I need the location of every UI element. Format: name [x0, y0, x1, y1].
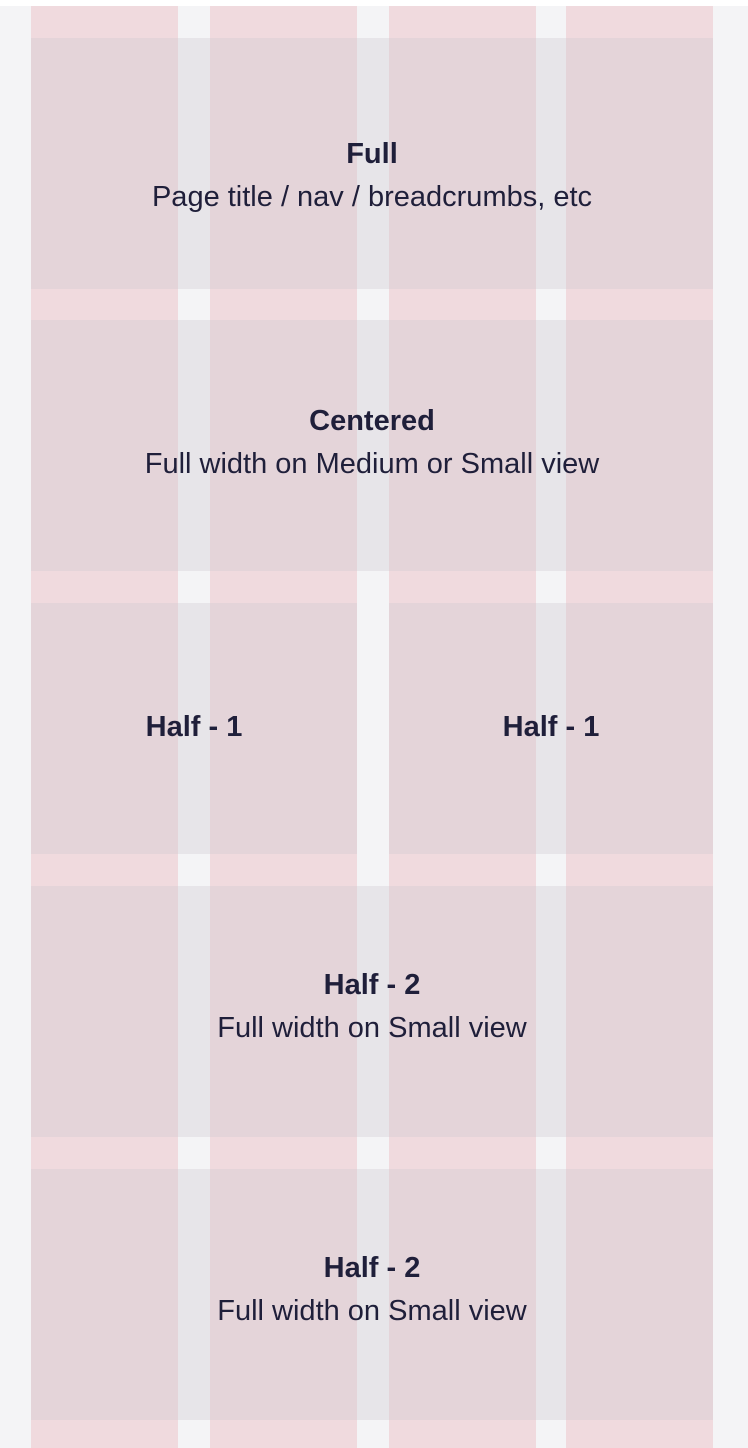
- half-1-right-block: Half - 1: [389, 603, 713, 854]
- half-1-right-title: Half - 1: [502, 711, 600, 743]
- half-2-first-subtitle: Full width on Small view: [217, 1012, 527, 1044]
- half-1-left-title: Half - 1: [145, 711, 243, 743]
- centered-block: Centered Full width on Medium or Small v…: [31, 320, 713, 571]
- half-2-first-content: Half - 2 Full width on Small view: [31, 965, 713, 1051]
- centered-block-title: Centered: [309, 405, 435, 437]
- centered-block-content: Centered Full width on Medium or Small v…: [31, 401, 713, 487]
- half-2-second-block: Half - 2 Full width on Small view: [31, 1169, 713, 1420]
- full-block-content: Full Page title / nav / breadcrumbs, etc: [31, 134, 713, 220]
- half-2-second-title: Half - 2: [323, 1252, 421, 1284]
- centered-block-subtitle: Full width on Medium or Small view: [144, 448, 600, 480]
- full-block-subtitle: Page title / nav / breadcrumbs, etc: [151, 181, 593, 213]
- half-2-second-content: Half - 2 Full width on Small view: [31, 1248, 713, 1334]
- half-1-left-block: Half - 1: [31, 603, 357, 854]
- half-1-left-content: Half - 1: [31, 707, 357, 747]
- top-edge: [0, 0, 748, 6]
- half-2-second-subtitle: Full width on Small view: [217, 1295, 527, 1327]
- half-2-first-block: Half - 2 Full width on Small view: [31, 886, 713, 1137]
- half-1-right-content: Half - 1: [389, 707, 713, 747]
- full-block: Full Page title / nav / breadcrumbs, etc: [31, 38, 713, 289]
- half-2-first-title: Half - 2: [323, 969, 421, 1001]
- full-block-title: Full: [346, 138, 398, 170]
